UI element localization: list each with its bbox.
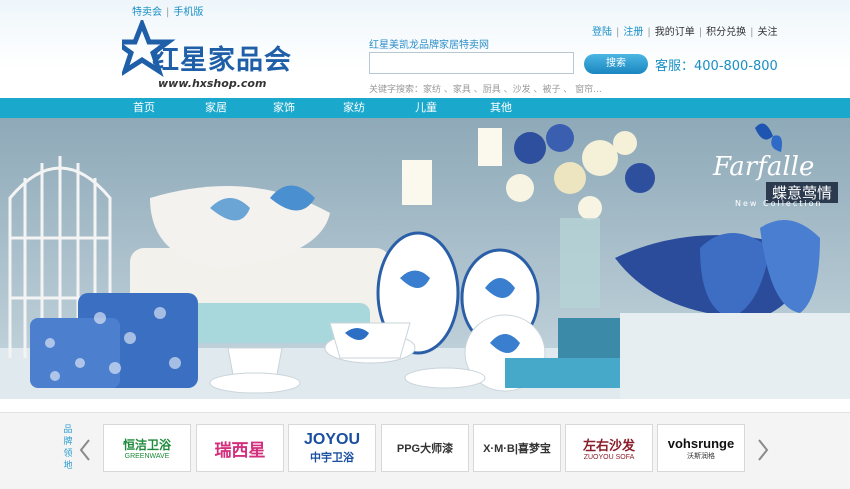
- brand-name: 左右沙发: [582, 438, 635, 453]
- register-link[interactable]: 注册: [623, 27, 643, 38]
- nav-item-decor[interactable]: 家饰: [273, 98, 295, 118]
- brand-name: JOYOU: [303, 431, 360, 448]
- follow-link[interactable]: 关注: [758, 27, 778, 38]
- brand-sub: GREENWAVE: [124, 453, 170, 460]
- nav-item-furniture[interactable]: 家居: [205, 98, 227, 118]
- sale-link[interactable]: 特卖会: [132, 7, 162, 18]
- user-links: 登陆 | 注册 | 我的订单 | 积分兑换 | 关注: [592, 23, 778, 38]
- search-keywords: 关键字搜索：家纺 、家具 、厨具 、沙发 、被子 、 窗帘...: [369, 85, 602, 95]
- brand-name: PPG大师漆: [396, 443, 454, 455]
- main-nav: 首页 家居 家饰 家纺 儿童 其他: [0, 98, 850, 118]
- top-links: 特卖会 | 手机版: [132, 3, 203, 18]
- search-button[interactable]: 搜索: [584, 54, 648, 74]
- brand-name: X·M·B|喜梦宝: [483, 443, 551, 455]
- brand-logo-zuoyou[interactable]: 左右沙发 ZUOYOU SOFA: [565, 424, 653, 472]
- chevron-left-icon[interactable]: [78, 438, 92, 462]
- brand-logo-joyou[interactable]: JOYOU 中宇卫浴: [288, 424, 376, 472]
- brand-section-title: 品牌领地: [63, 425, 73, 471]
- chevron-right-icon[interactable]: [756, 438, 770, 462]
- nav-item-other[interactable]: 其他: [490, 98, 512, 118]
- hero-banner[interactable]: Farfalle 蝶意莺情 New Collection: [0, 118, 850, 399]
- logo-url: www.hxshop.com: [158, 77, 267, 90]
- brand-name: vohsrunge: [667, 435, 735, 451]
- login-link[interactable]: 登陆: [592, 27, 612, 38]
- brand-sub: 中宇卫浴: [310, 452, 354, 464]
- nav-item-kids[interactable]: 儿童: [415, 98, 437, 118]
- banner-title: Farfalle: [713, 152, 815, 182]
- logo-text[interactable]: 红星家品会: [152, 38, 292, 77]
- separator: |: [698, 27, 703, 38]
- brand-sub: ZUOYOU SOFA: [583, 454, 635, 461]
- my-orders-link[interactable]: 我的订单: [655, 27, 695, 38]
- slogan: 红星美凯龙品牌家居特卖网: [369, 40, 489, 51]
- brand-sub: 沃斯润格: [687, 452, 715, 460]
- brand-name: 瑞西星: [214, 440, 266, 460]
- separator: |: [750, 27, 754, 38]
- brand-logo-vohsrunge[interactable]: vohsrunge 沃斯润格: [657, 424, 745, 472]
- points-link[interactable]: 积分兑换: [706, 27, 746, 38]
- brand-logo-hengjie[interactable]: 恒洁卫浴 GREENWAVE: [103, 424, 191, 472]
- hotline: 客服：400-800-800: [655, 59, 778, 74]
- brand-name: 恒洁卫浴: [122, 438, 171, 452]
- mobile-link[interactable]: 手机版: [173, 7, 203, 18]
- separator: |: [166, 7, 170, 18]
- brand-logo-ppg[interactable]: PPG大师漆: [381, 424, 469, 472]
- separator: |: [647, 27, 651, 38]
- search-input[interactable]: [369, 52, 574, 74]
- nav-item-home[interactable]: 首页: [133, 98, 155, 118]
- nav-item-textiles[interactable]: 家纺: [343, 98, 365, 118]
- brand-logo-ruixixing[interactable]: 瑞西星: [196, 424, 284, 472]
- brand-logo-xmb[interactable]: X·M·B|喜梦宝: [473, 424, 561, 472]
- banner-tagline: New Collection: [735, 199, 823, 208]
- separator: |: [616, 27, 620, 38]
